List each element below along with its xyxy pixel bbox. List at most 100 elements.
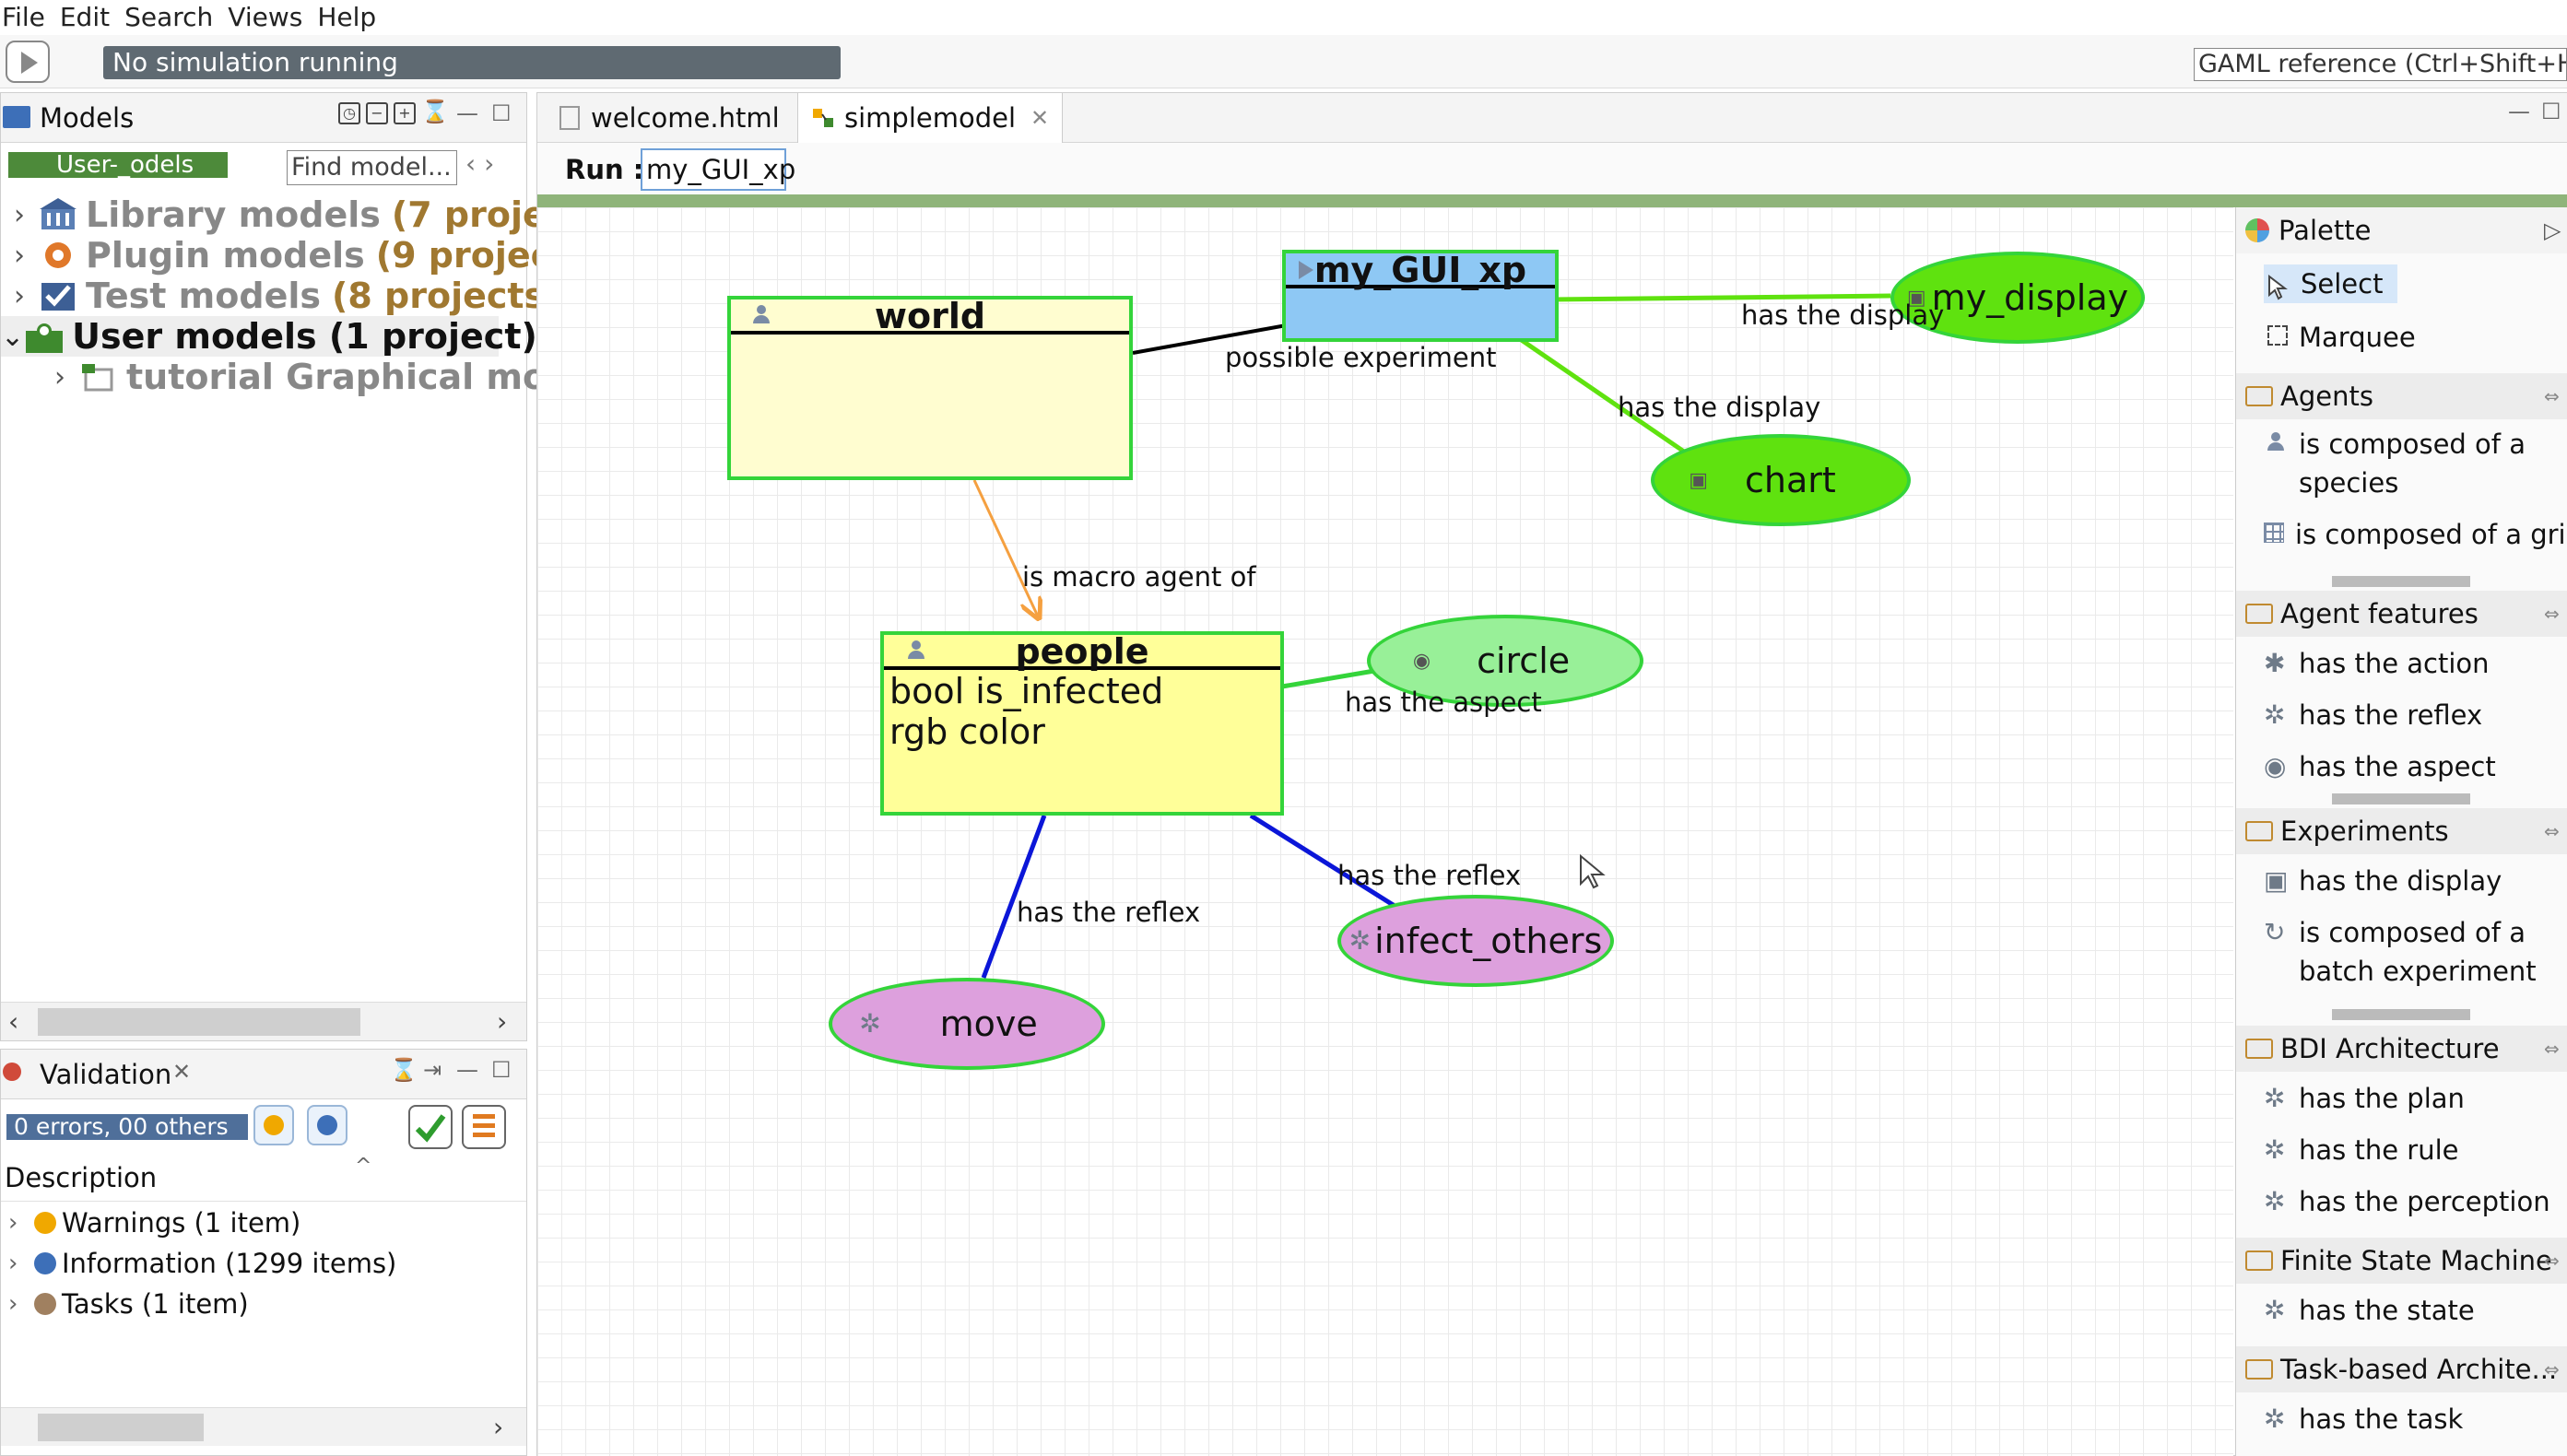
species-people[interactable]: people bool is_infected rgb color	[880, 631, 1284, 816]
chevron-right-icon[interactable]: ›	[41, 361, 78, 393]
filter-icon[interactable]: ⌛	[421, 100, 449, 124]
maximize-icon[interactable]: ☐	[491, 1057, 512, 1083]
pin-icon[interactable]: ⇥	[423, 1057, 442, 1083]
pin-icon[interactable]: ⇔	[2544, 1038, 2560, 1060]
tree-item-library-models[interactable]: › Library models (7 projec	[1, 194, 567, 235]
maximize-icon[interactable]: ☐	[2541, 99, 2561, 124]
warnings-toggle-button[interactable]	[253, 1105, 294, 1145]
tree-item-tutorial[interactable]: › tutorial Graphical mod	[41, 357, 571, 397]
sort-ascending-icon[interactable]: ^	[355, 1155, 371, 1178]
close-tab-icon[interactable]: ✕	[1030, 105, 1049, 131]
menu-file[interactable]: File	[2, 2, 45, 32]
palette-item-has-action[interactable]: ✱ has the action	[2236, 644, 2567, 683]
minimize-icon[interactable]: —	[2508, 99, 2530, 124]
palette-section-fsm[interactable]: Finite State Machine ⇔	[2236, 1238, 2567, 1284]
palette-section-task-based[interactable]: Task-based Archite... ⇔	[2236, 1346, 2567, 1392]
minimize-icon[interactable]: —	[456, 1057, 478, 1083]
palette-item-has-perception[interactable]: ✲ has the perception	[2236, 1182, 2567, 1221]
palette-section-agents[interactable]: Agents ⇔	[2236, 373, 2567, 419]
gaml-reference-search[interactable]: GAML reference (Ctrl+Shift+H	[2194, 48, 2567, 81]
validate-button[interactable]	[408, 1105, 453, 1149]
refresh-icon: ↻	[2264, 917, 2286, 947]
validation-tab-title[interactable]: Validation	[40, 1059, 171, 1090]
collapse-icon[interactable]: −	[366, 102, 388, 124]
edge-has-aspect[interactable]	[1281, 667, 1381, 689]
species-world[interactable]: world	[727, 296, 1133, 480]
list-button[interactable]	[462, 1105, 506, 1149]
scroll-left-icon[interactable]: ‹	[8, 1006, 18, 1037]
palette-item-has-aspect[interactable]: ◉ has the aspect	[2236, 747, 2567, 786]
chevron-right-icon[interactable]: ›	[8, 1290, 34, 1318]
chevron-right-icon[interactable]: ›	[1, 199, 38, 231]
palette-section-agent-features[interactable]: Agent features ⇔	[2236, 591, 2567, 637]
node-label: chart	[1745, 460, 1836, 500]
collapse-palette-icon[interactable]: ▷	[2544, 217, 2561, 243]
tool-marquee[interactable]: Marquee	[2236, 318, 2567, 357]
tab-simplemodel[interactable]: simplemodel ✕	[797, 93, 1064, 143]
run-experiment-field[interactable]: my_GUI_xp	[641, 148, 795, 191]
history-arrows[interactable]: ‹ ›	[465, 148, 494, 179]
chevron-right-icon[interactable]: ›	[8, 1209, 34, 1237]
menu-edit[interactable]: Edit	[60, 2, 110, 32]
add-icon[interactable]: +	[394, 102, 416, 124]
chevron-down-icon[interactable]: ⌄	[1, 321, 24, 353]
experiment-my-gui-xp[interactable]: my_GUI_xp	[1282, 250, 1559, 342]
palette-item-composed-grid[interactable]: is composed of a grid	[2236, 515, 2567, 554]
palette-section-bdi[interactable]: BDI Architecture ⇔	[2236, 1026, 2567, 1072]
models-filter-label[interactable]: User-_odels	[8, 152, 228, 178]
validation-hscrollbar[interactable]: ›	[1, 1407, 526, 1446]
filter-icon[interactable]: ⌛	[390, 1057, 418, 1083]
palette-item-composed-species[interactable]: is composed of a species	[2236, 425, 2567, 502]
validation-row-tasks[interactable]: › Tasks (1 item)	[8, 1284, 249, 1324]
gear-icon: ✲	[2264, 1083, 2286, 1113]
minimize-icon[interactable]: —	[456, 100, 478, 126]
palette-item-has-task[interactable]: ✲ has the task	[2236, 1400, 2567, 1438]
scroll-thumb[interactable]	[38, 1008, 360, 1036]
validation-row-information[interactable]: › Information (1299 items)	[8, 1243, 396, 1284]
tree-item-test-models[interactable]: › Test models (8 projects, i	[1, 276, 583, 316]
scroll-right-icon[interactable]: ›	[493, 1412, 503, 1442]
find-model-input[interactable]: Find model...	[287, 150, 457, 185]
models-hscrollbar[interactable]: ‹ ›	[1, 1002, 526, 1040]
edge-macro-agent[interactable]	[972, 479, 1039, 618]
palette-item-batch-experiment[interactable]: ↻ is composed of a batch experiment	[2236, 913, 2567, 991]
menu-views[interactable]: Views	[228, 2, 302, 32]
section-scroll-indicator[interactable]	[2332, 1009, 2470, 1020]
pin-icon[interactable]: ⇔	[2544, 820, 2560, 842]
section-scroll-indicator[interactable]	[2332, 576, 2470, 587]
chevron-right-icon[interactable]: ›	[1, 240, 38, 272]
reflex-move[interactable]: ✲ move	[829, 978, 1105, 1070]
pin-icon[interactable]: ⇔	[2544, 1250, 2560, 1272]
scroll-right-icon[interactable]: ›	[497, 1006, 507, 1037]
palette-item-has-display[interactable]: ▣ has the display	[2236, 862, 2567, 900]
tool-select[interactable]: Select	[2236, 264, 2567, 303]
tree-item-user-models[interactable]: ⌄ User models (1 project)	[1, 316, 537, 357]
menu-search[interactable]: Search	[124, 2, 213, 32]
pin-icon[interactable]: ⇔	[2544, 385, 2560, 407]
chevron-right-icon[interactable]: ›	[8, 1250, 34, 1277]
clock-icon[interactable]: ◷	[338, 102, 360, 124]
scroll-thumb[interactable]	[38, 1414, 204, 1441]
palette-item-has-plan[interactable]: ✲ has the plan	[2236, 1079, 2567, 1118]
tree-item-plugin-models[interactable]: › Plugin models (9 project	[1, 235, 568, 276]
chevron-right-icon[interactable]: ›	[1, 280, 38, 312]
info-toggle-button[interactable]	[307, 1105, 347, 1145]
display-chart[interactable]: ▣ chart	[1651, 434, 1911, 526]
pin-icon[interactable]: ⇔	[2544, 603, 2560, 625]
close-tab-icon[interactable]: ✕	[172, 1059, 191, 1085]
menu-help[interactable]: Help	[317, 2, 376, 32]
run-simulation-button[interactable]	[6, 41, 50, 83]
reflex-infect-others[interactable]: ✲ infect_others	[1337, 895, 1614, 987]
description-header[interactable]: Description	[5, 1162, 157, 1193]
models-tab-title[interactable]: Models	[40, 102, 134, 134]
tab-welcome[interactable]: welcome.html	[547, 93, 793, 143]
pin-icon[interactable]: ⇔	[2544, 1358, 2560, 1380]
section-scroll-indicator[interactable]	[2332, 793, 2470, 804]
diagram-canvas[interactable]: world my_GUI_xp people bool is_infected …	[537, 207, 2233, 1456]
palette-section-experiments[interactable]: Experiments ⇔	[2236, 808, 2567, 854]
palette-item-has-rule[interactable]: ✲ has the rule	[2236, 1131, 2567, 1169]
validation-row-warnings[interactable]: › Warnings (1 item)	[8, 1203, 300, 1243]
palette-item-has-state[interactable]: ✲ has the state	[2236, 1291, 2567, 1330]
palette-item-has-reflex[interactable]: ✲ has the reflex	[2236, 696, 2567, 734]
maximize-icon[interactable]: ☐	[491, 100, 512, 126]
